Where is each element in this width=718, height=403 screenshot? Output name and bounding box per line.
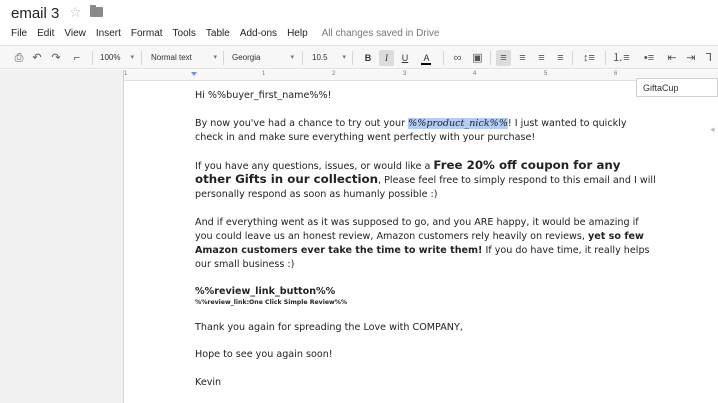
align-left-icon[interactable]: ≡ — [496, 50, 511, 66]
ruler-mark: 5 — [544, 71, 548, 77]
giftacup-field[interactable]: GiftaCup — [636, 78, 718, 97]
ruler[interactable]: 1 1 2 3 4 5 6 — [124, 70, 718, 81]
undo-icon[interactable]: ↶ — [31, 50, 43, 66]
font-select[interactable]: Georgia — [232, 50, 296, 66]
review-button-placeholder: %%review_link_button%% — [195, 285, 336, 297]
indent-marker[interactable] — [191, 72, 197, 76]
menu-addons[interactable]: Add-ons — [240, 28, 277, 39]
clear-formatting-icon[interactable]: Ꞁ — [702, 50, 716, 66]
menu-format[interactable]: Format — [131, 28, 163, 39]
bulleted-list-icon[interactable]: •≡ — [638, 50, 660, 66]
menu-help[interactable]: Help — [287, 28, 308, 39]
zoom-select[interactable]: 100% — [100, 50, 136, 66]
menu-table[interactable]: Table — [206, 28, 230, 39]
numbered-list-icon[interactable]: ⒈≡ — [610, 50, 632, 66]
font-size-select[interactable]: 10.5 — [312, 50, 348, 66]
text-color-button[interactable]: A — [418, 50, 435, 66]
style-select[interactable]: Normal text — [151, 50, 219, 66]
comment-icon[interactable]: ▣ — [470, 50, 485, 66]
paragraph-3: And if everything went as it was suppose… — [195, 216, 657, 272]
p1-text-before: By now you've had a chance to try out yo… — [195, 117, 409, 129]
italic-button[interactable]: I — [379, 50, 394, 66]
increase-indent-icon[interactable]: ⇥ — [683, 50, 699, 66]
menu-view[interactable]: View — [64, 28, 86, 39]
scroll-arrow-icon[interactable]: ◂ — [710, 124, 716, 140]
greeting-line: Hi %%buyer_first_name%%! — [195, 90, 332, 101]
ruler-mark: 2 — [332, 71, 336, 77]
ruler-mark: 3 — [403, 71, 407, 77]
signature: Kevin — [195, 377, 222, 389]
text-color-swatch — [421, 63, 431, 65]
decrease-indent-icon[interactable]: ⇤ — [664, 50, 680, 66]
document-page[interactable]: Hi %%buyer_first_name%%! By now you've h… — [125, 81, 718, 403]
align-justify-icon[interactable]: ≡ — [553, 50, 568, 66]
folder-icon[interactable] — [90, 5, 103, 17]
print-icon[interactable]: ⎙ — [12, 50, 26, 66]
bold-button[interactable]: B — [361, 50, 375, 66]
link-icon[interactable]: ∞ — [450, 50, 465, 66]
save-status[interactable]: All changes saved in Drive — [322, 28, 440, 39]
line-spacing-icon[interactable]: ↕≡ — [578, 50, 600, 66]
paragraph-2: If you have any questions, issues, or wo… — [195, 158, 657, 203]
menu-file[interactable]: File — [11, 28, 27, 39]
align-center-icon[interactable]: ≡ — [515, 50, 530, 66]
ruler-mark: 4 — [473, 71, 477, 77]
toolbar: ⎙ ↶ ↷ ⌐ 100% Normal text Georgia 10.5 B … — [0, 45, 718, 69]
menu-edit[interactable]: Edit — [37, 28, 54, 39]
star-icon[interactable]: ☆ — [69, 5, 82, 19]
thanks-line: Thank you again for spreading the Love w… — [195, 321, 463, 333]
underline-button[interactable]: U — [398, 50, 412, 66]
p2-text-before: If you have any questions, issues, or wo… — [195, 160, 434, 172]
p3-text-before: And if everything went as it was suppose… — [195, 217, 639, 243]
align-right-icon[interactable]: ≡ — [534, 50, 549, 66]
title-bar: email 3 ☆ — [0, 0, 718, 24]
hope-line: Hope to see you again soon! — [195, 349, 333, 361]
left-margin — [0, 70, 124, 403]
menu-tools[interactable]: Tools — [173, 28, 196, 39]
review-link-placeholder: %%review_link:One Click Simple Review%% — [195, 298, 348, 306]
ruler-mark: 1 — [124, 71, 128, 77]
menu-insert[interactable]: Insert — [96, 28, 121, 39]
text-color-label: A — [423, 53, 430, 63]
ruler-mark: 6 — [614, 71, 618, 77]
ruler-mark: 1 — [262, 71, 266, 77]
document-title[interactable]: email 3 — [11, 5, 59, 22]
menu-bar: File Edit View Insert Format Tools Table… — [0, 25, 718, 41]
document-body[interactable]: Hi %%buyer_first_name%%! By now you've h… — [195, 89, 657, 403]
paragraph-1: By now you've had a chance to try out yo… — [195, 117, 657, 145]
redo-icon[interactable]: ↷ — [50, 50, 62, 66]
paint-format-icon[interactable]: ⌐ — [70, 50, 84, 66]
selected-product-nick: %%product_nick%% — [408, 117, 508, 129]
